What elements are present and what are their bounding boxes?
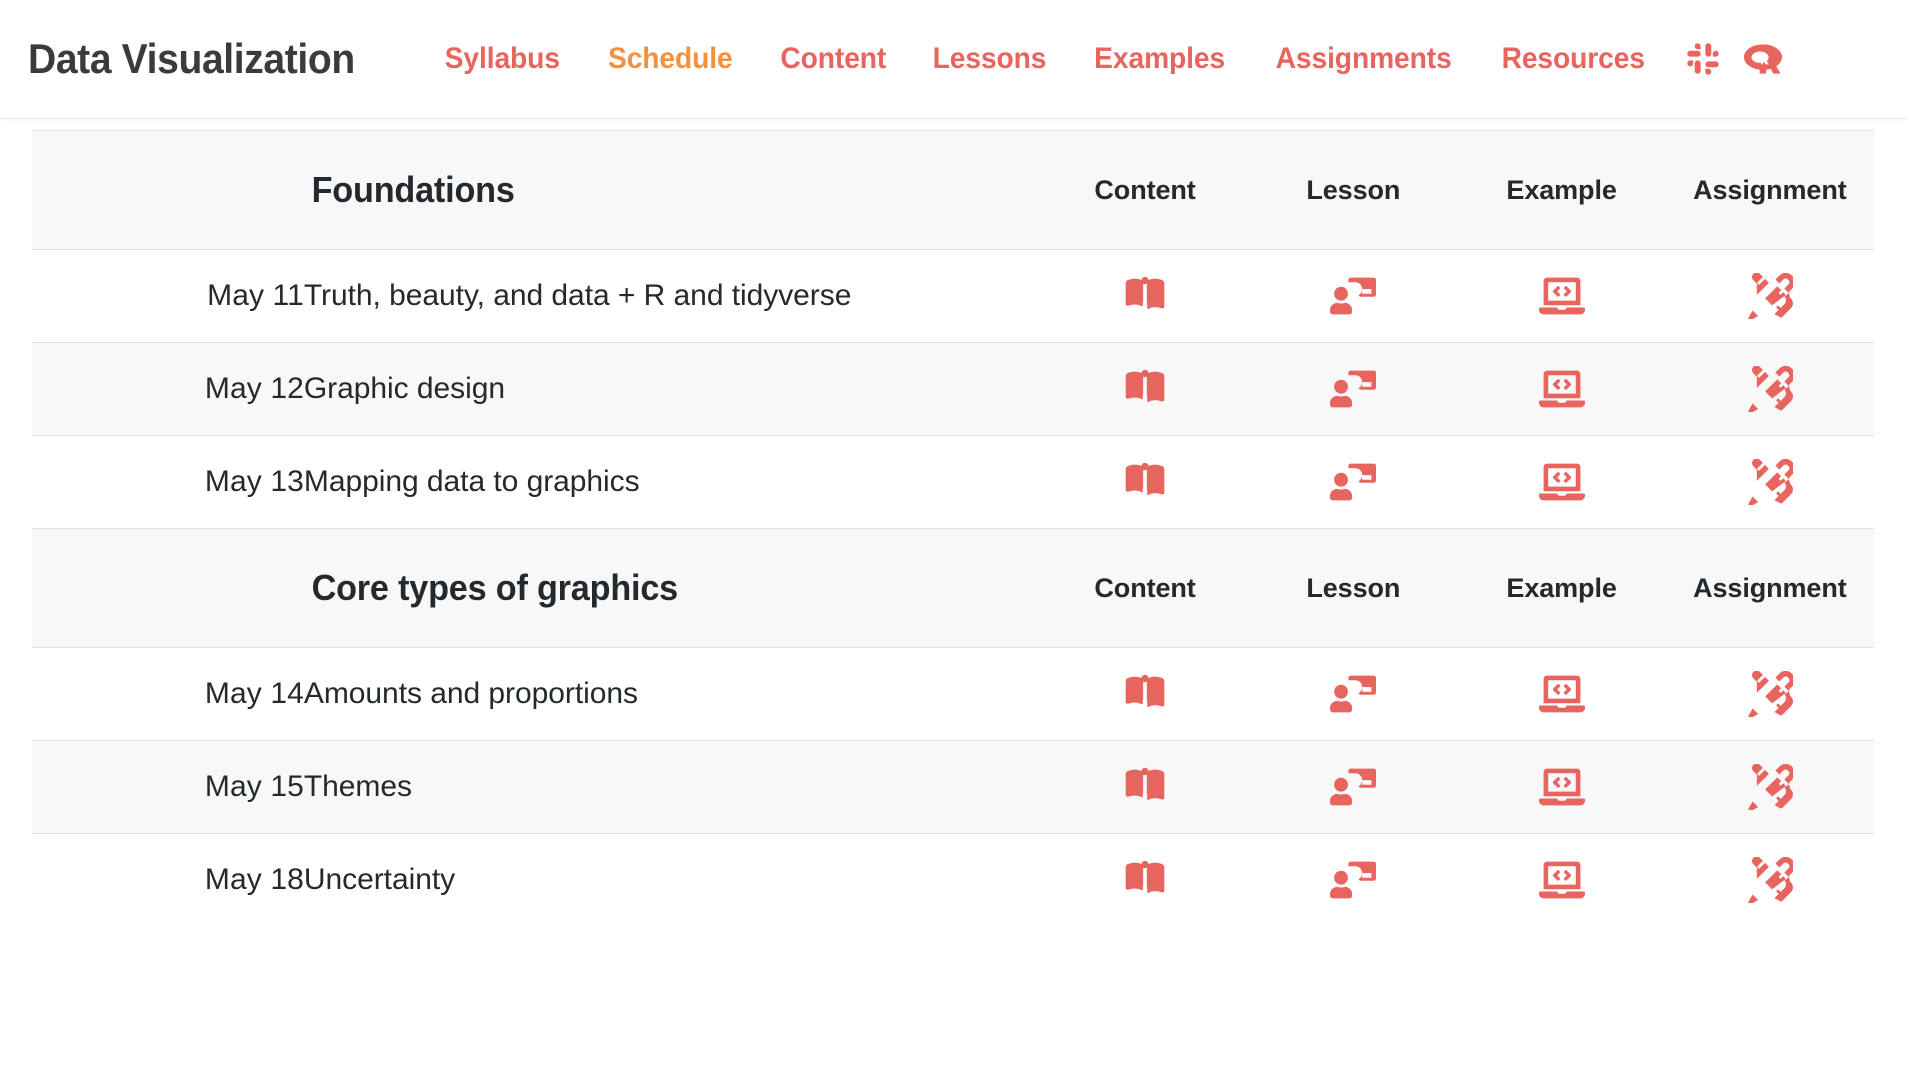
cell-assignment [1666,834,1874,927]
pencil-ruler-icon[interactable] [1743,362,1797,416]
chalkboard-teacher-icon[interactable] [1326,667,1380,721]
column-header-example: Example [1457,529,1665,648]
column-header-lesson: Lesson [1249,529,1457,648]
cell-assignment [1666,343,1874,436]
section-header-row: Foundations Content Lesson Example Assig… [32,131,1874,250]
column-header-assignment: Assignment [1666,529,1874,648]
book-reader-icon[interactable] [1118,269,1172,323]
slack-icon[interactable] [1677,36,1729,82]
book-reader-icon[interactable] [1118,760,1172,814]
table-row: May 18 Uncertainty [32,834,1874,927]
column-header-example: Example [1457,131,1665,250]
pencil-ruler-icon[interactable] [1743,455,1797,509]
column-header-content: Content [1041,529,1249,648]
book-reader-icon[interactable] [1118,667,1172,721]
pencil-ruler-icon[interactable] [1743,667,1797,721]
page-body: Foundations Content Lesson Example Assig… [0,130,1908,927]
site-brand[interactable]: Data Visualization [28,35,355,83]
cell-example [1457,648,1665,741]
row-date: May 14 [32,648,304,741]
table-row: May 12 Graphic design [32,343,1874,436]
chalkboard-teacher-icon[interactable] [1326,853,1380,907]
cell-assignment [1666,741,1874,834]
cell-example [1457,834,1665,927]
cell-lesson [1249,343,1457,436]
column-header-assignment: Assignment [1666,131,1874,250]
schedule-container: Foundations Content Lesson Example Assig… [32,130,1874,927]
row-title: Uncertainty [304,834,1041,927]
nav-link-examples[interactable]: Examples [1076,36,1245,82]
laptop-code-icon[interactable] [1535,362,1589,416]
book-reader-icon[interactable] [1118,362,1172,416]
r-project-icon[interactable] [1737,36,1789,82]
nav-link-assignments[interactable]: Assignments [1256,36,1470,82]
table-row: May 13 Mapping data to graphics [32,436,1874,529]
cell-content [1041,343,1249,436]
pencil-ruler-icon[interactable] [1743,760,1797,814]
laptop-code-icon[interactable] [1535,667,1589,721]
laptop-code-icon[interactable] [1535,269,1589,323]
schedule-table: Foundations Content Lesson Example Assig… [32,130,1874,927]
nav-link-resources[interactable]: Resources [1483,36,1664,82]
cell-example [1457,250,1665,343]
cell-content [1041,741,1249,834]
section-title: Core types of graphics [304,567,678,609]
section-header-row: Core types of graphics Content Lesson Ex… [32,529,1874,648]
nav-link-content[interactable]: Content [761,36,904,82]
row-date: May 11 [32,250,304,343]
column-header-lesson: Lesson [1249,131,1457,250]
cell-example [1457,741,1665,834]
table-row: May 11 Truth, beauty, and data + R and t… [32,250,1874,343]
row-title: Graphic design [304,343,1041,436]
cell-content [1041,436,1249,529]
section-title-cell: Core types of graphics [304,529,1041,648]
cell-assignment [1666,436,1874,529]
nav-link-syllabus[interactable]: Syllabus [426,36,579,82]
cell-lesson [1249,648,1457,741]
row-title: Amounts and proportions [304,648,1041,741]
pencil-ruler-icon[interactable] [1743,853,1797,907]
column-header-content: Content [1041,131,1249,250]
chalkboard-teacher-icon[interactable] [1326,362,1380,416]
section-title: Foundations [304,169,515,211]
row-date: May 15 [32,741,304,834]
row-title: Truth, beauty, and data + R and tidyvers… [304,250,1041,343]
book-reader-icon[interactable] [1118,455,1172,509]
section-title-cell: Foundations [304,131,1041,250]
cell-lesson [1249,741,1457,834]
cell-lesson [1249,834,1457,927]
cell-lesson [1249,436,1457,529]
cell-assignment [1666,250,1874,343]
table-row: May 15 Themes [32,741,1874,834]
laptop-code-icon[interactable] [1535,760,1589,814]
row-date: May 13 [32,436,304,529]
primary-nav: Syllabus Schedule Content Lessons Exampl… [421,36,1789,82]
row-title: Themes [304,741,1041,834]
cell-lesson [1249,250,1457,343]
laptop-code-icon[interactable] [1535,853,1589,907]
pencil-ruler-icon[interactable] [1743,269,1797,323]
chalkboard-teacher-icon[interactable] [1326,455,1380,509]
row-date: May 12 [32,343,304,436]
cell-example [1457,436,1665,529]
nav-link-schedule[interactable]: Schedule [589,36,751,82]
row-date: May 18 [32,834,304,927]
cell-content [1041,250,1249,343]
cell-example [1457,343,1665,436]
laptop-code-icon[interactable] [1535,455,1589,509]
nav-link-lessons[interactable]: Lessons [914,36,1065,82]
cell-content [1041,834,1249,927]
cell-assignment [1666,648,1874,741]
site-navbar: Data Visualization Syllabus Schedule Con… [0,0,1908,119]
row-title: Mapping data to graphics [304,436,1041,529]
cell-content [1041,648,1249,741]
table-row: May 14 Amounts and proportions [32,648,1874,741]
section-header-spacer [32,529,304,648]
section-header-spacer [32,131,304,250]
book-reader-icon[interactable] [1118,853,1172,907]
chalkboard-teacher-icon[interactable] [1326,760,1380,814]
chalkboard-teacher-icon[interactable] [1326,269,1380,323]
